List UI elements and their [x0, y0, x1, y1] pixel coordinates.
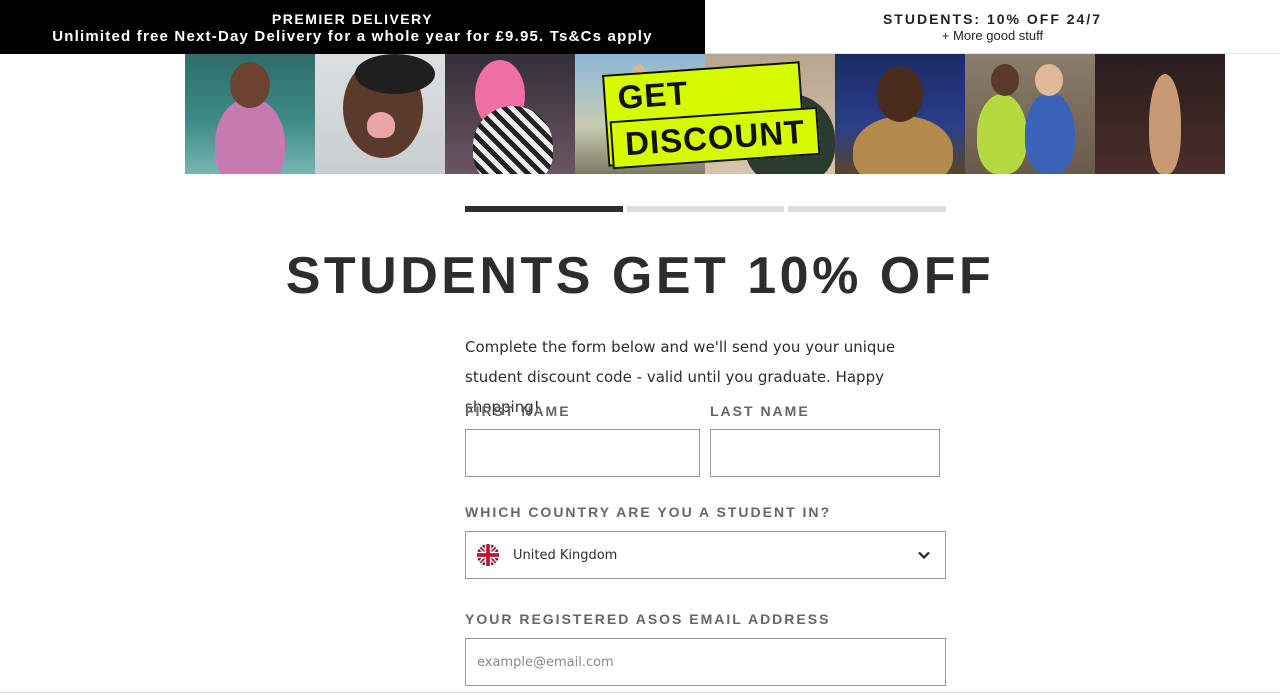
email-label: YOUR REGISTERED ASOS EMAIL ADDRESS — [465, 611, 831, 627]
last-name-label: LAST NAME — [710, 403, 810, 419]
email-input[interactable] — [465, 638, 946, 686]
uk-flag-icon — [477, 544, 499, 566]
progress-step-3 — [788, 206, 947, 212]
country-select-value: United Kingdom — [513, 547, 618, 563]
hero-photo — [445, 54, 575, 174]
hero-photo — [705, 54, 835, 174]
premier-delivery-title: PREMIER DELIVERY — [271, 11, 434, 27]
premier-delivery-subtitle: Unlimited free Next-Day Delivery for a w… — [52, 28, 653, 45]
premier-delivery-banner[interactable]: PREMIER DELIVERY Unlimited free Next-Day… — [0, 0, 705, 54]
hero-photo — [1095, 54, 1225, 174]
divider — [0, 692, 1280, 693]
first-name-label: FIRST NAME — [465, 403, 571, 419]
chevron-down-icon — [917, 547, 931, 561]
page-title: STUDENTS GET 10% OFF — [285, 247, 995, 305]
students-banner-title: STUDENTS: 10% OFF 24/7 — [882, 11, 1103, 27]
first-name-input[interactable] — [465, 429, 700, 477]
hero-photo — [575, 54, 705, 174]
form-progress-bar — [465, 206, 947, 212]
country-select[interactable]: United Kingdom — [465, 531, 946, 579]
hero-photo — [315, 54, 445, 174]
students-banner[interactable]: STUDENTS: 10% OFF 24/7 + More good stuff — [705, 0, 1280, 54]
last-name-input[interactable] — [710, 429, 940, 477]
hero-banner — [185, 54, 1225, 174]
progress-step-2 — [626, 206, 785, 212]
progress-step-1 — [465, 206, 623, 212]
hero-photo — [965, 54, 1095, 174]
country-label: WHICH COUNTRY ARE YOU A STUDENT IN? — [465, 504, 832, 520]
hero-photo — [185, 54, 315, 174]
hero-photo — [835, 54, 965, 174]
students-banner-subtitle: + More good stuff — [941, 28, 1044, 43]
